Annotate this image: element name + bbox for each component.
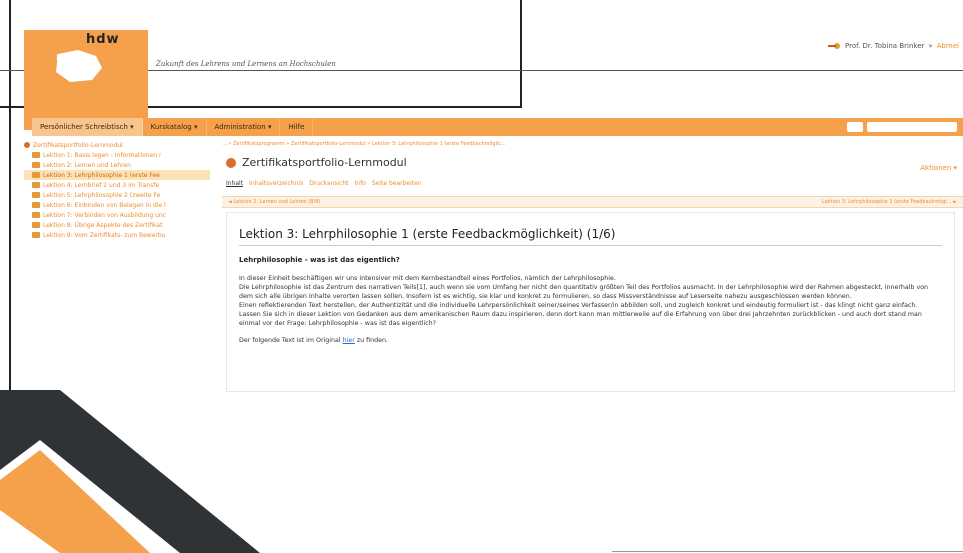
module-icon <box>24 142 30 148</box>
next-page-link[interactable]: Lektion 3: Lehrphilosophie 1 (erste Feed… <box>822 199 957 205</box>
content-tabs: Inhalt Inhaltsverzeichnis Druckansicht I… <box>226 180 422 187</box>
page-navigation: ◄ Lektion 2: Lernen und Lehren (8/8) Lek… <box>222 196 963 208</box>
tree-root-label: Zertifikatsportfolio-Lernmodul <box>33 141 123 149</box>
tree-item-lesson-7[interactable]: Lektion 7: Verbinden von Ausbildung unc <box>24 210 210 220</box>
folder-icon <box>32 182 40 188</box>
folder-icon <box>32 212 40 218</box>
actions-dropdown[interactable]: Aktionen ▾ <box>920 164 957 172</box>
folder-icon <box>32 162 40 168</box>
tab-print-view[interactable]: Druckansicht <box>309 180 348 187</box>
tree-item-lesson-3[interactable]: Lektion 3: Lehrphilosophie 1 (erste Fee <box>24 170 210 180</box>
menu-course-catalog[interactable]: Kurskatalog ▾ <box>143 118 207 136</box>
tree-item-label: Lektion 8: Übrige Aspekte des Zertifikat <box>43 221 163 229</box>
navigation-tree: Zertifikatsportfolio-Lernmodul Lektion 1… <box>24 140 210 390</box>
paragraph: In dieser Einheit beschäftigen wir uns i… <box>239 275 616 282</box>
decorative-chevrons <box>0 390 260 553</box>
frame-line <box>9 0 11 400</box>
menu-personal-desk[interactable]: Persönlicher Schreibtisch ▾ <box>32 118 143 136</box>
tree-root[interactable]: Zertifikatsportfolio-Lernmodul <box>24 140 210 150</box>
paragraph: Lassen Sie sich in dieser Lektion von Ge… <box>239 311 922 327</box>
tab-info[interactable]: Info <box>355 180 366 187</box>
tab-table-of-contents[interactable]: Inhaltsverzeichnis <box>249 180 303 187</box>
folder-icon <box>32 202 40 208</box>
lesson-subheading: Lehrphilosophie - was ist das eigentlich… <box>239 256 400 264</box>
paragraph-with-link: Der folgende Text ist im Original hier z… <box>239 336 942 345</box>
menu-administration[interactable]: Administration ▾ <box>207 118 281 136</box>
tree-item-lesson-5[interactable]: Lektion 5: Lehrphilosophie 2 (zweite Fe <box>24 190 210 200</box>
frame-line <box>520 0 522 107</box>
divider-line <box>612 551 963 552</box>
paragraph-text: zu finden. <box>354 337 388 344</box>
tree-item-lesson-9[interactable]: Lektion 9: Vom Zertifikats- zum Bewerbu <box>24 230 210 240</box>
tree-item-lesson-4[interactable]: Lektion 4: Lernbrief 2 und 3 im Transfe <box>24 180 210 190</box>
tab-edit-page[interactable]: Seite bearbeiten <box>372 180 422 187</box>
logo-text: hdw <box>86 32 120 47</box>
menu-help[interactable]: Hilfe <box>280 118 314 136</box>
site-tagline: Zukunft des Lehrens und Lernens an Hochs… <box>156 60 336 68</box>
tree-item-lesson-8[interactable]: Lektion 8: Übrige Aspekte des Zertifikat <box>24 220 210 230</box>
paragraph: Einen reflektierenden Text herstellen, d… <box>239 302 918 309</box>
main-menubar: Persönlicher Schreibtisch ▾ Kurskatalog … <box>32 118 963 136</box>
tree-item-lesson-1[interactable]: Lektion 1: Basis legen - Informationen r <box>24 150 210 160</box>
search-button[interactable] <box>847 122 863 132</box>
tree-item-label: Lektion 5: Lehrphilosophie 2 (zweite Fe <box>43 191 161 199</box>
folder-icon <box>32 152 40 158</box>
logo-subtext: nrw <box>56 52 84 63</box>
tree-item-lesson-2[interactable]: Lektion 2: Lernen und Lehren <box>24 160 210 170</box>
lesson-title: Lektion 3: Lehrphilosophie 1 (erste Feed… <box>239 227 942 246</box>
user-name: Prof. Dr. Tobina Brinker <box>845 42 925 50</box>
page-title: Zertifikatsportfolio-Lernmodul <box>242 156 407 169</box>
key-icon <box>828 43 841 49</box>
folder-icon <box>32 232 40 238</box>
paragraph-text: Der folgende Text ist im Original <box>239 337 343 344</box>
tree-item-label: Lektion 1: Basis legen - Informationen r <box>43 151 162 159</box>
folder-icon <box>32 192 40 198</box>
folder-icon <box>32 222 40 228</box>
tab-content[interactable]: Inhalt <box>226 180 243 187</box>
tree-item-label: Lektion 9: Vom Zertifikats- zum Bewerbu <box>43 231 166 239</box>
learning-module-icon <box>226 157 236 168</box>
previous-page-link[interactable]: ◄ Lektion 2: Lernen und Lehren (8/8) <box>228 199 320 205</box>
tree-item-label: Lektion 3: Lehrphilosophie 1 (erste Fee <box>43 171 160 179</box>
tree-item-lesson-6[interactable]: Lektion 6: Einbinden von Belegen in die … <box>24 200 210 210</box>
lesson-content: Lektion 3: Lehrphilosophie 1 (erste Feed… <box>226 212 955 392</box>
user-area: Prof. Dr. Tobina Brinker » Abmel <box>827 42 959 50</box>
original-source-link[interactable]: hier <box>343 337 355 344</box>
search-input[interactable] <box>867 122 957 132</box>
folder-icon <box>32 172 40 178</box>
tree-item-label: Lektion 2: Lernen und Lehren <box>43 161 131 169</box>
page-title-row: Zertifikatsportfolio-Lernmodul <box>226 156 407 169</box>
breadcrumb[interactable]: ... » Zertifikatsprogramm » Zertifikatsp… <box>222 141 506 147</box>
search-area <box>847 122 963 132</box>
tree-item-label: Lektion 7: Verbinden von Ausbildung unc <box>43 211 166 219</box>
paragraph: Die Lehrphilosophie ist das Zentrum des … <box>239 284 929 300</box>
logout-link[interactable]: Abmel <box>937 42 959 50</box>
tree-item-label: Lektion 4: Lernbrief 2 und 3 im Transfe <box>43 181 160 189</box>
separator: » <box>928 42 933 50</box>
tree-item-label: Lektion 6: Einbinden von Belegen in die … <box>43 201 166 209</box>
